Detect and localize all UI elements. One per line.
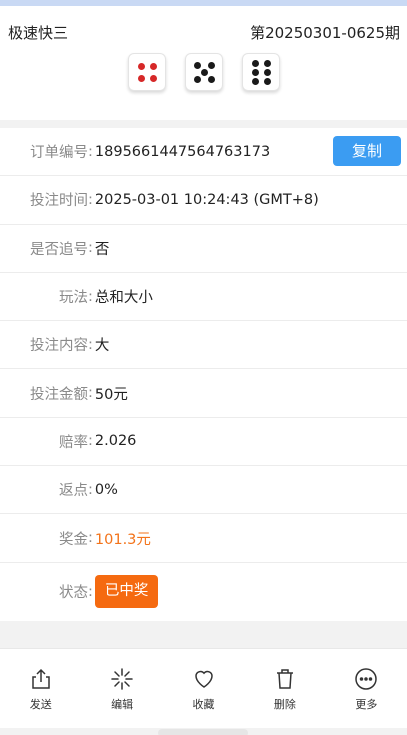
die-five-icon (185, 53, 223, 91)
colon: : (88, 240, 93, 257)
die-six-icon (242, 53, 280, 91)
rebate-label: 返点 (59, 483, 88, 500)
delete-label: 删除 (273, 698, 296, 711)
delete-button[interactable]: 删除 (244, 649, 325, 728)
odds-label: 赔率 (59, 434, 88, 451)
draw-header: 极速快三 第20250301-0625期 (0, 6, 407, 120)
edit-label: 编辑 (111, 698, 134, 711)
colon: : (88, 191, 93, 208)
share-icon (31, 668, 50, 689)
favorite-label: 收藏 (192, 698, 215, 711)
row-bet-amount: 投注金额 : 50元 (0, 369, 407, 418)
more-label: 更多 (355, 698, 378, 711)
prize-label: 奖金 (59, 531, 88, 548)
row-bet-content: 投注内容 : 大 (0, 321, 407, 370)
order-detail: 订单编号 : 1895661447564763173 复制 投注时间 : 202… (0, 128, 407, 621)
lottery-name: 极速快三 (8, 24, 69, 42)
play-type-label: 玩法 (59, 290, 88, 307)
heart-icon (194, 670, 213, 688)
bet-content-value: 大 (94, 338, 110, 355)
row-status: 状态 : 已中奖 (0, 563, 407, 621)
favorite-button[interactable]: 收藏 (163, 649, 244, 728)
bet-time-label: 投注时间 (30, 193, 88, 210)
bet-amount-value: 50元 (94, 386, 128, 403)
status-label: 状态 (59, 585, 88, 602)
dice-result (128, 53, 280, 91)
odds-value: 2.026 (94, 433, 137, 450)
order-number-label: 订单编号 (30, 145, 88, 162)
colon: : (88, 288, 93, 305)
issue-number: 第20250301-0625期 (250, 24, 400, 42)
colon: : (88, 481, 93, 498)
copy-button[interactable]: 复制 (333, 136, 401, 166)
bet-time-value: 2025-03-01 10:24:43 (GMT+8) (94, 191, 319, 208)
row-order-number: 订单编号 : 1895661447564763173 复制 (0, 128, 407, 177)
row-play-type: 玩法 : 总和大小 (0, 273, 407, 322)
row-odds: 赔率 : 2.026 (0, 418, 407, 467)
order-number-value: 1895661447564763173 (94, 143, 271, 160)
die-four-icon (128, 53, 166, 91)
colon: : (88, 433, 93, 450)
play-type-value: 总和大小 (94, 290, 153, 307)
status-badge: 已中奖 (94, 575, 159, 609)
more-button[interactable]: 更多 (326, 649, 407, 728)
row-prize: 奖金 : 101.3元 (0, 514, 407, 563)
colon: : (88, 530, 93, 547)
edit-button[interactable]: 编辑 (81, 649, 162, 728)
chase-value: 否 (94, 241, 110, 258)
bet-content-label: 投注内容 (30, 338, 88, 355)
row-chase: 是否追号 : 否 (0, 225, 407, 273)
rebate-value: 0% (94, 481, 118, 498)
colon: : (88, 583, 93, 600)
colon: : (88, 336, 93, 353)
bottom-toolbar: 发送 编辑 收藏 删除 更多 (0, 648, 407, 728)
colon: : (88, 143, 93, 160)
row-bet-time: 投注时间 : 2025-03-01 10:24:43 (GMT+8) (0, 176, 407, 225)
share-button[interactable]: 发送 (0, 649, 81, 728)
colon: : (88, 385, 93, 402)
edit-icon (111, 668, 133, 690)
more-icon (355, 668, 378, 690)
chase-label: 是否追号 (30, 241, 88, 258)
row-rebate: 返点 : 0% (0, 466, 407, 515)
home-indicator[interactable] (158, 729, 248, 735)
share-label: 发送 (29, 698, 52, 711)
trash-icon (276, 669, 293, 689)
prize-value: 101.3元 (94, 531, 151, 548)
bet-amount-label: 投注金额 (30, 386, 88, 403)
